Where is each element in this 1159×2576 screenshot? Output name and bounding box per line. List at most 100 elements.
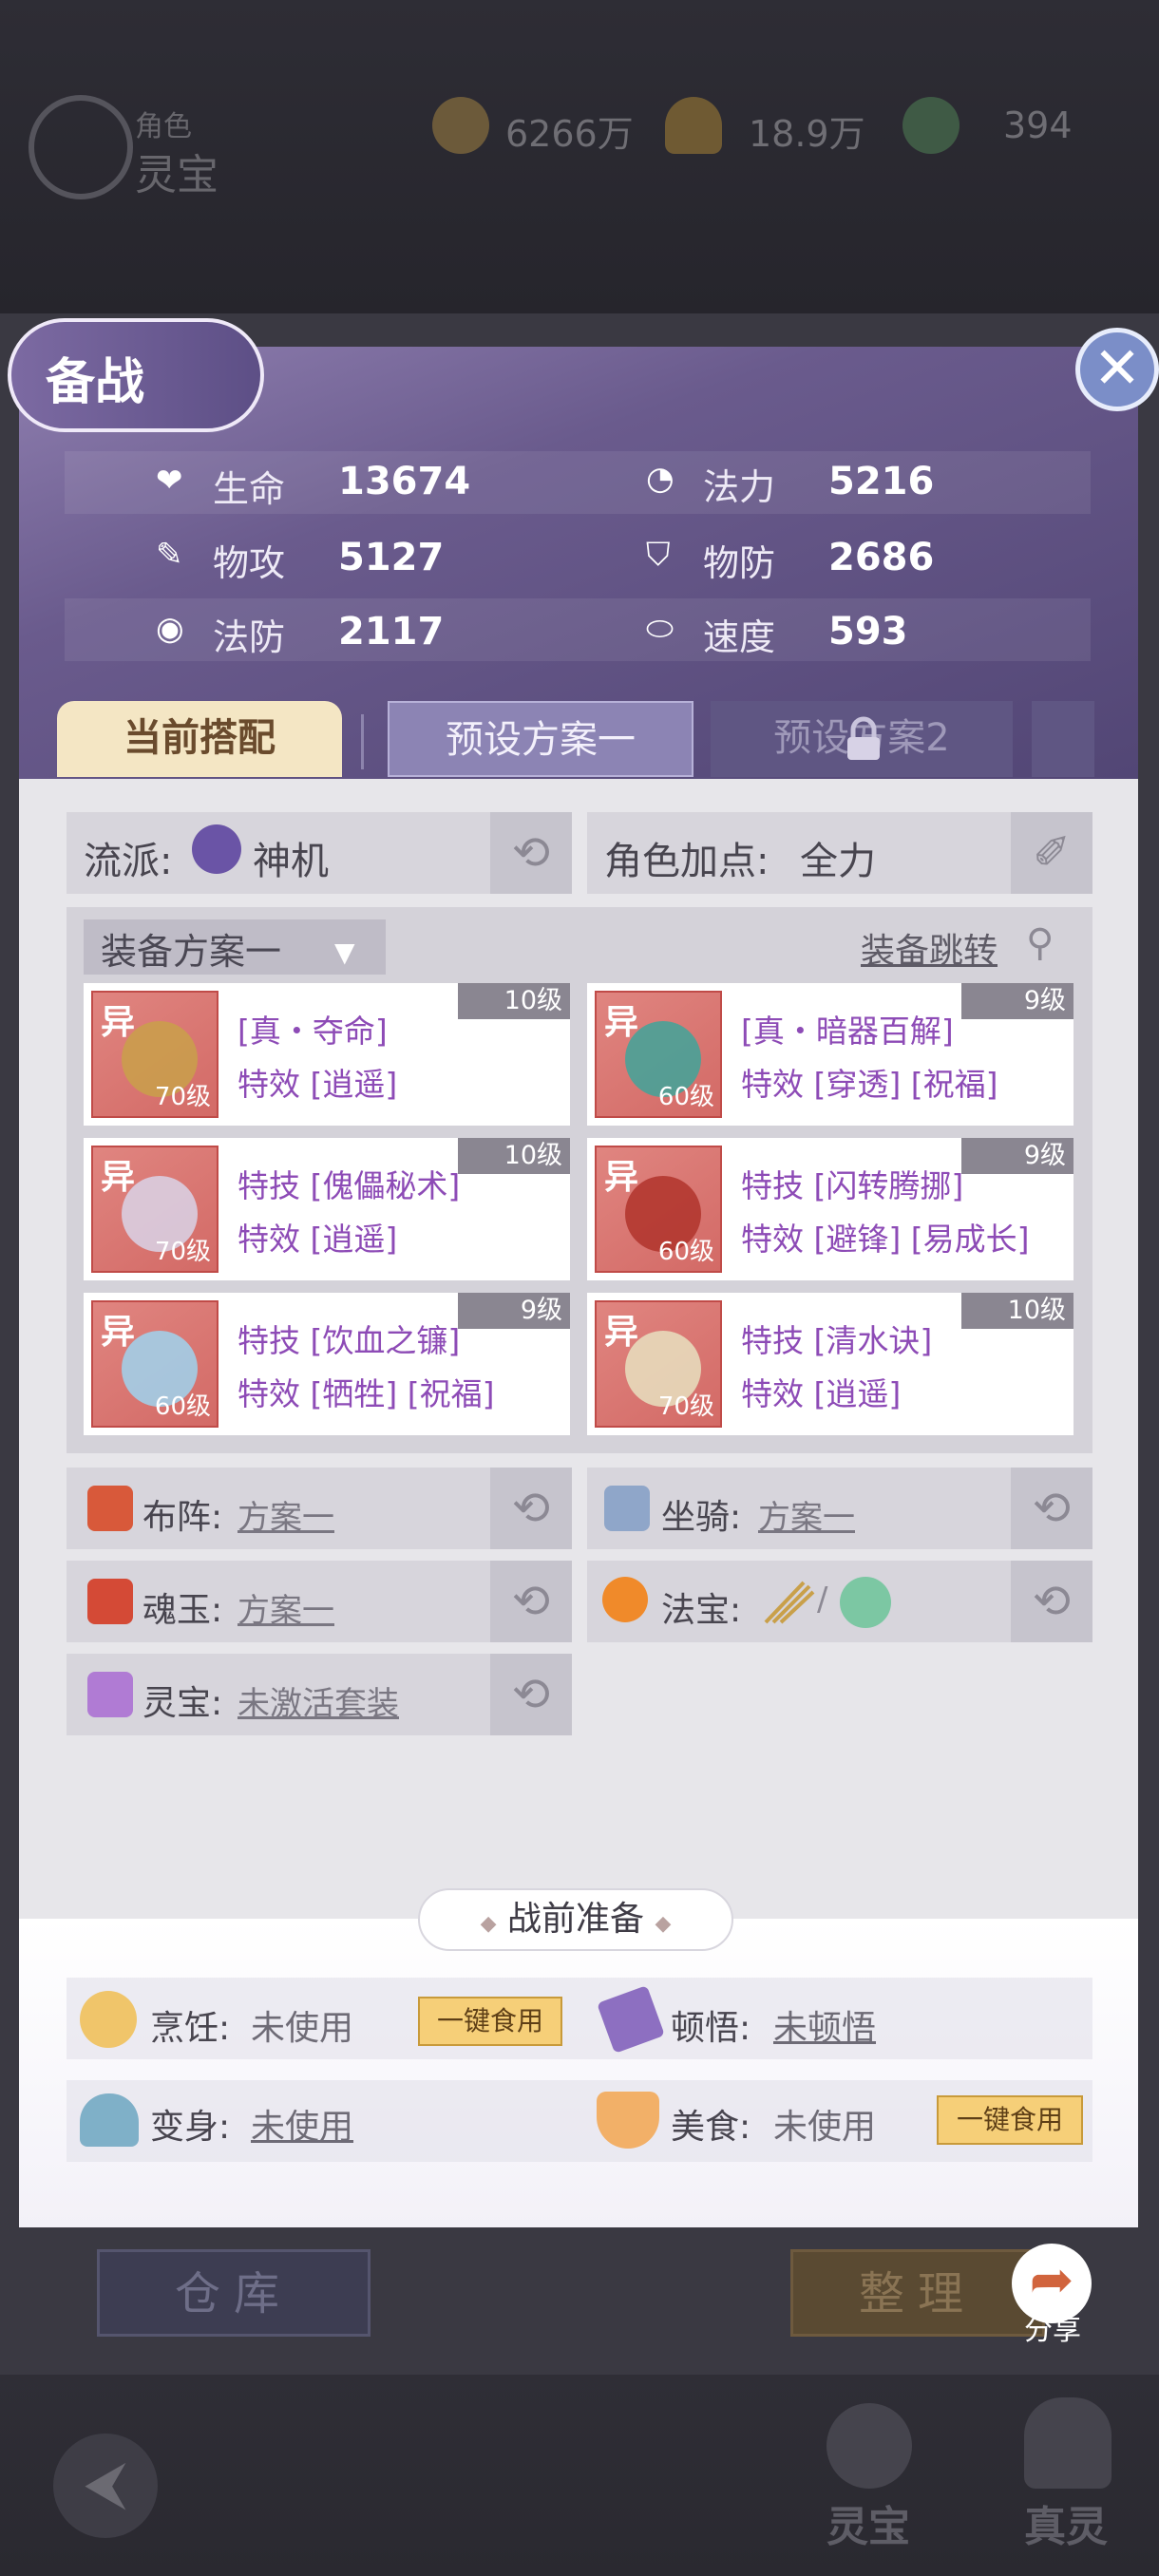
- equipment-skill: [真・暗器百解]: [741, 1013, 954, 1050]
- school-switch-button[interactable]: ⟲: [490, 812, 572, 894]
- stat-label-pdef: 物防: [703, 542, 776, 584]
- tab-divider: [361, 714, 364, 769]
- exotic-tag: 异: [604, 1003, 639, 1042]
- formation-switch-button[interactable]: ⟲: [490, 1468, 572, 1549]
- formation-label: 布阵:: [142, 1498, 223, 1537]
- warehouse-button[interactable]: 仓库: [97, 2249, 370, 2337]
- lingbao-switch-button[interactable]: ⟲: [490, 1654, 572, 1735]
- food-eat-button[interactable]: 一键食用: [937, 2095, 1083, 2145]
- refresh-icon: ⟲: [1032, 1575, 1072, 1628]
- equipment-card[interactable]: 异 60级 9级 特技 [饮血之镰] 特效 [牺牲] [祝福]: [84, 1293, 570, 1435]
- mount-switch-button[interactable]: ⟲: [1011, 1468, 1092, 1549]
- formation-value[interactable]: 方案一: [238, 1491, 334, 1538]
- arrows-treasure-icon[interactable]: [760, 1577, 815, 1626]
- search-icon[interactable]: ⚲: [1026, 921, 1054, 965]
- fire-orb-icon: [602, 1577, 648, 1622]
- equipment-image: 异 60级: [91, 1300, 218, 1428]
- back-arrow-icon: ⮜: [84, 2448, 127, 2517]
- equipment-card[interactable]: 异 70级 10级 [真・夺命] 特效 [逍遥]: [84, 983, 570, 1126]
- moon-logo-icon: [28, 95, 133, 199]
- share-label: 分享: [1024, 2314, 1081, 2347]
- arrange-button[interactable]: 整理: [790, 2249, 1045, 2337]
- mount-value[interactable]: 方案一: [758, 1491, 855, 1538]
- tab-preset-1[interactable]: 预设方案一: [388, 701, 694, 777]
- formation-book-icon: [87, 1486, 133, 1531]
- attribute-edit-button[interactable]: ✐: [1011, 812, 1092, 894]
- equipment-skill: 特技 [闪转腾挪]: [741, 1167, 964, 1204]
- stat-label-mp: 法力: [703, 466, 776, 508]
- equipment-level: 60级: [154, 1392, 211, 1421]
- treasure-label: 法宝:: [661, 1591, 742, 1630]
- prep-section: [19, 1919, 1138, 2227]
- refine-badge: 10级: [458, 983, 570, 1019]
- equipment-effect: 特效 [逍遥]: [741, 1375, 902, 1412]
- equipment-card[interactable]: 异 60级 9级 特技 [闪转腾挪] 特效 [避锋] [易成长]: [587, 1138, 1074, 1280]
- equipment-effect: 特效 [穿透] [祝福]: [741, 1066, 998, 1103]
- equipment-card[interactable]: 异 60级 9级 [真・暗器百解] 特效 [穿透] [祝福]: [587, 983, 1074, 1126]
- close-icon: ✕: [1092, 335, 1142, 402]
- equipment-skill: 特技 [饮血之镰]: [238, 1322, 461, 1359]
- tab-more[interactable]: [1032, 701, 1094, 777]
- diamond-left-icon: ◆: [480, 1912, 497, 1936]
- insight-value[interactable]: 未顿悟: [773, 2000, 876, 2050]
- equip-set-label: 装备方案一: [101, 931, 282, 973]
- gourd-treasure-icon[interactable]: [840, 1577, 891, 1628]
- equipment-skill: 特技 [清水诀]: [741, 1322, 933, 1359]
- cooking-value: 未使用: [251, 2009, 354, 2048]
- panel-title: 备战: [46, 354, 145, 411]
- soul-jade-value[interactable]: 方案一: [238, 1584, 334, 1631]
- cooking-eat-button[interactable]: 一键食用: [418, 1997, 562, 2046]
- stat-label-mdef: 法防: [213, 616, 286, 658]
- jade-dragon-icon: [902, 97, 960, 154]
- transform-icon: [80, 2093, 139, 2147]
- cooking-label: 烹饪:: [150, 2009, 231, 2048]
- gift-box-icon: [87, 1672, 133, 1717]
- boot-icon: ⬭: [646, 610, 674, 648]
- magic-shield-icon: ◉: [156, 610, 184, 648]
- equipment-card[interactable]: 异 70级 10级 特技 [傀儡秘术] 特效 [逍遥]: [84, 1138, 570, 1280]
- equipment-level: 70级: [657, 1392, 714, 1421]
- stat-label-speed: 速度: [703, 616, 776, 658]
- refresh-icon: ⟲: [511, 1668, 551, 1721]
- lingbao-value[interactable]: 未激活套装: [238, 1677, 399, 1724]
- nav-lingbao-label[interactable]: 灵宝: [826, 2492, 910, 2553]
- food-value: 未使用: [773, 2108, 877, 2147]
- refresh-icon: ⟲: [1032, 1482, 1072, 1535]
- gold-ingot-icon: [665, 97, 722, 154]
- coin-icon: [432, 97, 489, 154]
- prep-title-text: 战前准备: [506, 1900, 644, 1939]
- exotic-tag: 异: [101, 1003, 136, 1042]
- feather-icon: ✎: [156, 536, 183, 574]
- soul-jade-icon: [87, 1579, 133, 1624]
- school-emblem-icon: [192, 824, 241, 874]
- equipment-effect: 特效 [逍遥]: [238, 1066, 398, 1103]
- shield-icon: ⛉: [646, 536, 671, 574]
- stat-label-patk: 物攻: [213, 542, 286, 584]
- exotic-tag: 异: [604, 1313, 639, 1352]
- back-button[interactable]: ⮜: [53, 2434, 158, 2538]
- exotic-tag: 异: [101, 1313, 136, 1352]
- nav-zhenling-label[interactable]: 真灵: [1024, 2492, 1108, 2553]
- equipment-effect: 特效 [避锋] [易成长]: [741, 1221, 1030, 1258]
- transform-value[interactable]: 未使用: [251, 2099, 353, 2149]
- refresh-icon: ⟲: [511, 1482, 551, 1535]
- soul-jade-switch-button[interactable]: ⟲: [490, 1561, 572, 1642]
- stat-value-hp: 13674: [338, 460, 471, 503]
- treasure-switch-button[interactable]: ⟲: [1011, 1561, 1092, 1642]
- close-button[interactable]: ✕: [1075, 328, 1159, 411]
- stat-label-hp: 生命: [213, 468, 286, 510]
- stat-value-speed: 593: [828, 610, 908, 653]
- equipment-level: 70级: [154, 1083, 211, 1111]
- transform-label: 变身:: [150, 2108, 231, 2147]
- heart-icon: ❤: [156, 462, 183, 500]
- equipment-card[interactable]: 异 70级 10级 特技 [清水诀] 特效 [逍遥]: [587, 1293, 1074, 1435]
- stat-value-patk: 5127: [338, 536, 445, 579]
- brush-icon: ✐: [1032, 826, 1072, 880]
- tab-current[interactable]: 当前搭配: [57, 701, 342, 777]
- lock-icon: [842, 716, 885, 762]
- school-label: 流派:: [84, 840, 173, 883]
- equip-jump-link[interactable]: 装备跳转: [861, 923, 998, 973]
- currency-ingot: 18.9万: [749, 113, 865, 155]
- equipment-level: 60级: [657, 1083, 714, 1111]
- lingbao-nav-icon: [826, 2403, 912, 2489]
